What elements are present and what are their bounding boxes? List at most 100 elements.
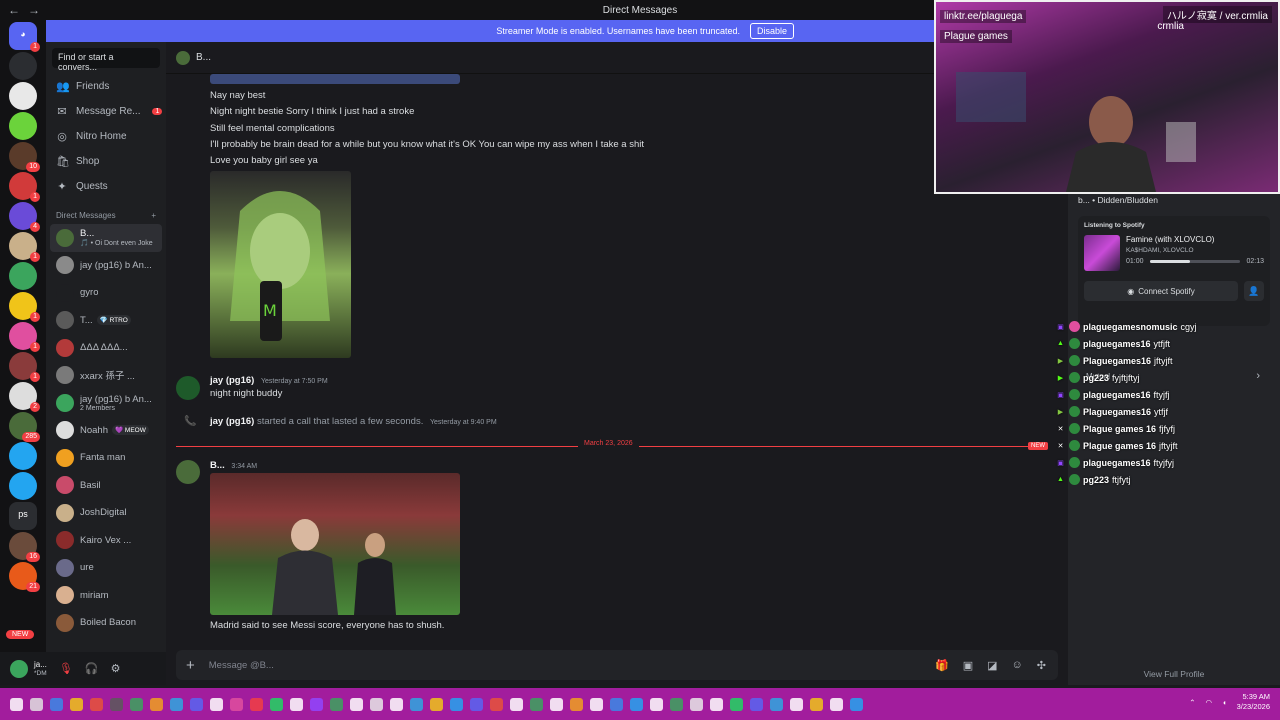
connect-spotify-button[interactable]: ◉ Connect Spotify [1084, 281, 1238, 301]
view-full-profile-link[interactable]: View Full Profile [1068, 669, 1280, 679]
taskbar-app-icon[interactable] [310, 697, 323, 711]
taskbar-app-icon[interactable] [830, 697, 843, 711]
taskbar-app-icon[interactable] [170, 697, 183, 711]
nav-item-nitro-home[interactable]: ◎ Nitro Home [46, 124, 166, 149]
taskbar-app-icon[interactable] [450, 697, 463, 711]
server-icon-server-7[interactable]: 4 [9, 202, 40, 232]
volume-icon[interactable]: ◖ [1222, 698, 1227, 707]
taskbar-app-icon[interactable] [570, 697, 583, 711]
taskbar-app-icon[interactable] [790, 697, 803, 711]
gift-icon[interactable]: 🎁 [935, 659, 949, 672]
server-icon-green-face[interactable] [9, 112, 37, 140]
taskbar-app-icon[interactable] [490, 697, 503, 711]
taskbar-app-icon[interactable] [330, 697, 343, 711]
server-icon-server-10[interactable]: 1 [9, 292, 40, 322]
taskbar-app-icon[interactable] [690, 697, 703, 711]
taskbar-app-icon[interactable] [370, 697, 383, 711]
taskbar-app-icon[interactable] [430, 697, 443, 711]
server-icon-ninja[interactable] [9, 82, 37, 110]
server-icon-ps[interactable]: ps [9, 502, 37, 530]
taskbar-app-icon[interactable] [750, 697, 763, 711]
headset-icon[interactable]: 🎧 [85, 662, 99, 675]
avatar[interactable] [10, 659, 28, 678]
server-icon-server-19[interactable]: 21 [9, 562, 40, 592]
dm-item[interactable]: jay (pg16) b An... 2 Members [46, 389, 166, 417]
album-art[interactable] [1084, 235, 1120, 271]
nav-item-quests[interactable]: ✦ Quests [46, 174, 166, 199]
message-author[interactable]: jay (pg16) [210, 416, 254, 427]
taskbar-app-icon[interactable] [90, 697, 103, 711]
taskbar-app-icon[interactable] [650, 697, 663, 711]
apps-icon[interactable]: ✣ [1037, 659, 1046, 672]
taskbar-app-icon[interactable] [290, 697, 303, 711]
clock[interactable]: 5:39 AM 3/23/2026 [1237, 692, 1270, 712]
image-attachment-monster[interactable]: M [210, 171, 351, 358]
user-info[interactable]: ja... *DM [34, 660, 47, 678]
avatar[interactable] [176, 460, 200, 484]
server-icon-server-8[interactable]: 1 [9, 232, 40, 262]
add-attachment-icon[interactable]: + [186, 657, 195, 674]
new-pill[interactable]: NEW [6, 630, 35, 639]
taskbar-app-icon[interactable] [470, 697, 483, 711]
dm-item[interactable]: ure [46, 554, 166, 582]
taskbar-app-icon[interactable] [50, 697, 63, 711]
server-icon-server-16[interactable] [9, 472, 37, 500]
taskbar-app-icon[interactable] [550, 697, 563, 711]
dm-item[interactable]: xxarx 孫子 ... [46, 362, 166, 390]
taskbar-app-icon[interactable] [510, 697, 523, 711]
server-icon-home[interactable]: ◕ 1 [9, 22, 40, 52]
taskbar-app-icon[interactable] [390, 697, 403, 711]
message-input[interactable]: Message @B... [209, 660, 274, 671]
taskbar-app-icon[interactable] [130, 697, 143, 711]
start-menu-icon[interactable] [10, 697, 23, 711]
dm-item[interactable]: ΔΔΔ ΔΔΔ... [46, 334, 166, 362]
track-artist[interactable]: KA$HDAMI, XLOVCLO [1126, 247, 1264, 254]
taskbar-app-icon[interactable] [670, 697, 683, 711]
server-icon-server-11[interactable]: 1 [9, 322, 40, 352]
server-icon-server-15[interactable] [9, 442, 37, 470]
dm-item[interactable]: Noahh 💜 MEOW [46, 417, 166, 445]
dm-item[interactable]: T... 💎 RTRO [46, 307, 166, 335]
taskbar-app-icon[interactable] [350, 697, 363, 711]
avatar[interactable] [176, 376, 200, 400]
taskbar-app-icon[interactable] [410, 697, 423, 711]
search-input[interactable]: Find or start a convers... [52, 48, 160, 72]
taskbar-app-icon[interactable] [250, 697, 263, 711]
dm-item[interactable]: B... 🎵 • Oi Dont even Joke [50, 224, 162, 252]
listen-along-icon[interactable]: 👤 [1244, 281, 1264, 301]
taskbar-app-icon[interactable] [730, 697, 743, 711]
server-icon-server-13[interactable]: 2 [9, 382, 40, 412]
track-title[interactable]: Famine (with XLOVCLO) [1126, 235, 1264, 244]
dm-item[interactable]: JoshDigital [46, 499, 166, 527]
server-icon-server-5[interactable]: 10 [9, 142, 40, 172]
taskbar-app-icon[interactable] [150, 697, 163, 711]
taskbar-app-icon[interactable] [770, 697, 783, 711]
emoji-icon[interactable]: ☺ [1012, 659, 1023, 672]
taskbar-app-icon[interactable] [590, 697, 603, 711]
server-icon-server-9[interactable] [9, 262, 37, 290]
taskbar-app-icon[interactable] [810, 697, 823, 711]
add-dm-icon[interactable]: + [151, 211, 156, 220]
nav-item-shop[interactable]: 🛍 Shop [46, 149, 166, 174]
taskbar-app-icon[interactable] [710, 697, 723, 711]
nav-item-friends[interactable]: 👥 Friends [46, 74, 166, 99]
dm-item[interactable]: Kairo Vex ... [46, 527, 166, 555]
dm-item[interactable]: Fanta man [46, 444, 166, 472]
server-icon-server-14[interactable]: 285 [9, 412, 40, 442]
server-icon-server-12[interactable]: 1 [9, 352, 40, 382]
dm-item[interactable]: Basil [46, 472, 166, 500]
message-author[interactable]: B... [210, 460, 225, 471]
dm-item[interactable]: jay (pg16) b An... [46, 252, 166, 280]
server-icon-server-18[interactable]: 16 [9, 532, 40, 562]
taskbar-app-icon[interactable] [110, 697, 123, 711]
taskbar-app-icon[interactable] [610, 697, 623, 711]
profile-name[interactable]: b... • Didden/Bludden [1068, 192, 1280, 208]
nav-item-message-re-[interactable]: ✉ Message Re... 1 [46, 99, 166, 124]
taskbar-app-icon[interactable] [230, 697, 243, 711]
settings-gear-icon[interactable]: ⚙ [111, 662, 121, 675]
image-attachment-top[interactable] [210, 74, 460, 84]
mic-muted-icon[interactable]: 🎙 [59, 662, 73, 675]
search-icon[interactable] [30, 697, 43, 711]
taskbar-app-icon[interactable] [270, 697, 283, 711]
wifi-icon[interactable]: ◠ [1206, 698, 1213, 707]
